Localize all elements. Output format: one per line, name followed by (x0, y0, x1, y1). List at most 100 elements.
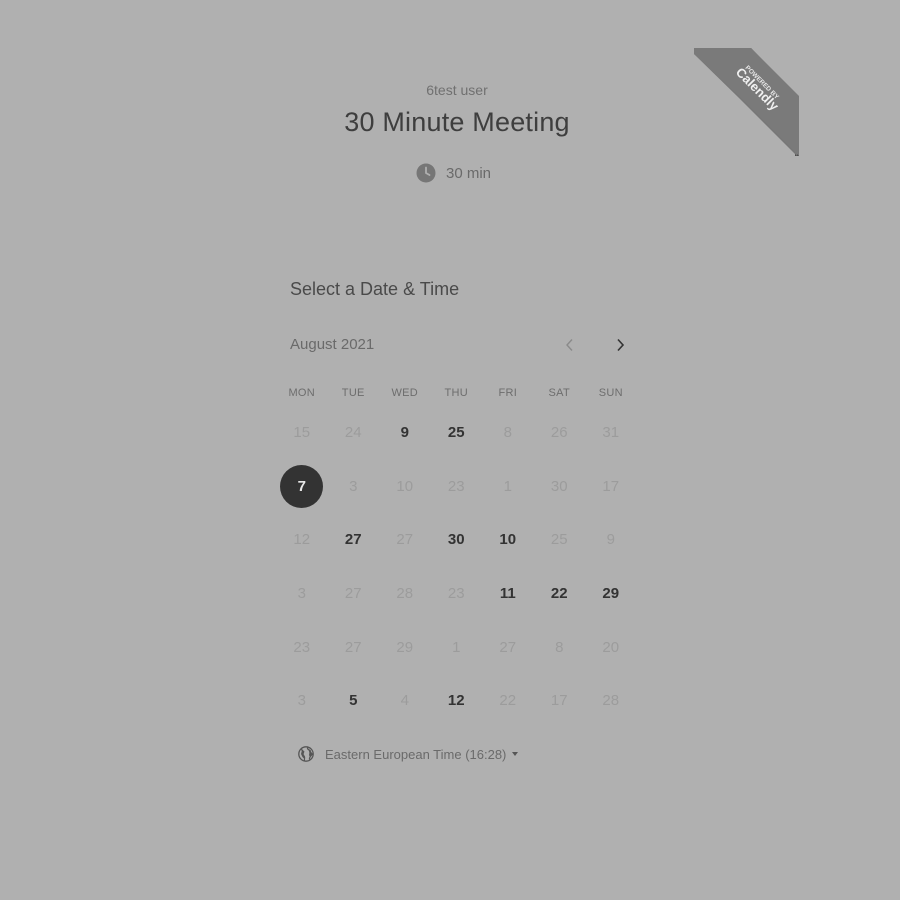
weekday-label: MON (288, 387, 316, 399)
day-number: 25 (550, 531, 568, 549)
timezone-label: Eastern European Time (16:28) (325, 746, 507, 762)
event-duration: 30 min (416, 163, 491, 183)
day-number: 8 (555, 638, 564, 656)
unavailable-day: 27 (482, 620, 534, 674)
weekday-header: MON TUE WED THU FRI SAT SUN (276, 387, 637, 399)
unavailable-day: 3 (276, 567, 328, 621)
day-number: 1 (503, 477, 512, 495)
unavailable-day: 1 (482, 460, 534, 514)
unavailable-day: 15 (276, 406, 328, 460)
day-number: 17 (550, 692, 568, 710)
unavailable-day: 31 (585, 406, 637, 460)
available-day[interactable]: 30 (431, 513, 483, 567)
unavailable-day: 27 (328, 620, 380, 674)
unavailable-day: 28 (585, 674, 637, 728)
day-number: 8 (503, 424, 512, 442)
unavailable-day: 17 (585, 460, 637, 514)
day-number: 9 (606, 531, 615, 549)
timezone-selector[interactable]: Eastern European Time (16:28) (298, 746, 519, 762)
month-label: August 2021 (290, 336, 375, 353)
available-day[interactable]: 9 (379, 406, 431, 460)
day-number: 23 (447, 477, 465, 495)
day-number: 10 (396, 477, 414, 495)
weekday-label: WED (391, 387, 419, 399)
next-month-button[interactable] (609, 334, 631, 356)
unavailable-day: 8 (534, 620, 586, 674)
weekday-label: THU (444, 387, 468, 399)
day-number: 3 (297, 585, 306, 603)
day-number: 23 (447, 585, 465, 603)
day-number: 31 (602, 424, 620, 442)
day-number: 29 (396, 638, 414, 656)
day-number: 15 (293, 424, 311, 442)
unavailable-day: 10 (379, 460, 431, 514)
available-day[interactable]: 29 (585, 567, 637, 621)
day-number: 26 (550, 424, 568, 442)
day-number: 27 (396, 531, 414, 549)
day-number: 27 (344, 638, 362, 656)
day-number: 3 (349, 477, 358, 495)
powered-by-calendly-ribbon[interactable]: POWERED BY Calendly (694, 48, 799, 156)
available-day[interactable]: 5 (328, 674, 380, 728)
weekday-label: SAT (548, 387, 570, 399)
day-number: 20 (602, 638, 620, 656)
unavailable-day: 25 (534, 513, 586, 567)
day-number: 10 (499, 531, 517, 549)
unavailable-day: 8 (482, 406, 534, 460)
day-number: 28 (602, 692, 620, 710)
unavailable-day: 23 (431, 460, 483, 514)
caret-down-icon (512, 752, 519, 756)
booking-page: 6test user 30 Minute Meeting 30 min POWE… (0, 0, 900, 900)
chevron-left-icon (566, 339, 573, 351)
unavailable-day: 23 (276, 620, 328, 674)
available-day[interactable]: 22 (534, 567, 586, 621)
section-title: Select a Date & Time (290, 279, 460, 299)
day-number: 4 (400, 692, 409, 710)
unavailable-day: 26 (534, 406, 586, 460)
unavailable-day: 24 (328, 406, 380, 460)
globe-icon (298, 746, 314, 762)
weekday-label: TUE (341, 387, 365, 399)
day-number: 12 (447, 692, 465, 710)
day-number: 3 (297, 692, 306, 710)
available-day[interactable]: 25 (431, 406, 483, 460)
available-day[interactable]: 27 (328, 513, 380, 567)
available-day[interactable]: 12 (431, 674, 483, 728)
clock-icon (416, 163, 436, 183)
day-number: 30 (447, 531, 465, 549)
day-number: 7 (280, 464, 324, 508)
calendar-grid: 15 24 9 25 8 26 31 7 3 10 23 1 30 17 12 27 27 30 10 25 9 3 27 2… (276, 406, 637, 728)
available-day[interactable]: 10 (482, 513, 534, 567)
day-number: 27 (344, 531, 362, 549)
selected-day[interactable]: 7 (276, 460, 328, 514)
chevron-right-icon (617, 338, 625, 352)
day-number: 25 (447, 424, 465, 442)
unavailable-day: 17 (534, 674, 586, 728)
unavailable-day: 23 (431, 567, 483, 621)
previous-month-button[interactable] (559, 334, 581, 356)
unavailable-day: 9 (585, 513, 637, 567)
day-number: 9 (400, 424, 409, 442)
day-number: 1 (452, 638, 461, 656)
day-number: 28 (396, 585, 414, 603)
unavailable-day: 20 (585, 620, 637, 674)
day-number: 27 (344, 585, 362, 603)
day-number: 27 (499, 638, 517, 656)
unavailable-day: 30 (534, 460, 586, 514)
unavailable-day: 27 (328, 567, 380, 621)
unavailable-day: 3 (328, 460, 380, 514)
day-number: 23 (293, 638, 311, 656)
day-number: 12 (293, 531, 311, 549)
unavailable-day: 29 (379, 620, 431, 674)
day-number: 5 (349, 692, 358, 710)
day-number: 30 (550, 477, 568, 495)
day-number: 29 (602, 585, 620, 603)
unavailable-day: 4 (379, 674, 431, 728)
unavailable-day: 1 (431, 620, 483, 674)
unavailable-day: 28 (379, 567, 431, 621)
duration-label: 30 min (446, 164, 492, 182)
weekday-label: FRI (498, 387, 518, 399)
month-navigation: August 2021 (290, 334, 630, 356)
available-day[interactable]: 11 (482, 567, 534, 621)
day-number: 11 (499, 585, 516, 603)
